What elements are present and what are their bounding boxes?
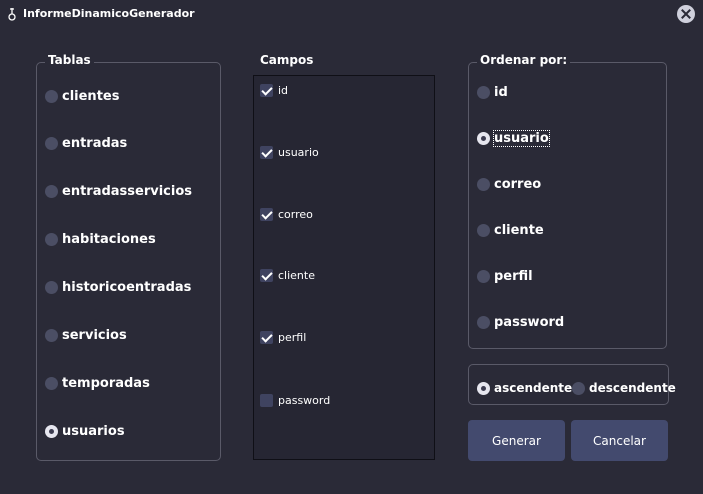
- check-label: correo: [278, 207, 313, 221]
- radio-label: temporadas: [62, 375, 150, 391]
- check-campo-password[interactable]: password: [260, 392, 330, 408]
- radio-indicator: [45, 136, 58, 150]
- radio-indicator: [45, 232, 58, 246]
- radio-indicator: [477, 85, 490, 99]
- radio-orden-usuario[interactable]: usuario: [477, 128, 550, 148]
- checkbox-indicator: [260, 330, 273, 344]
- checkbox-indicator: [260, 83, 273, 97]
- radio-indicator: [477, 131, 490, 145]
- radio-label: servicios: [62, 327, 127, 343]
- radio-tabla-temporadas[interactable]: temporadas: [45, 373, 150, 393]
- radio-tabla-servicios[interactable]: servicios: [45, 325, 127, 345]
- checkbox-indicator: [260, 207, 273, 221]
- radio-tabla-habitaciones[interactable]: habitaciones: [45, 229, 156, 249]
- radio-tabla-usuarios[interactable]: usuarios: [45, 421, 125, 441]
- radio-label: clientes: [62, 88, 120, 104]
- radio-tabla-clientes[interactable]: clientes: [45, 86, 119, 106]
- radio-label: usuario: [493, 129, 550, 147]
- window-title: InformeDinamicoGenerador: [23, 7, 195, 20]
- check-label: perfil: [278, 330, 307, 344]
- radio-indicator: [477, 223, 490, 237]
- informe-window: InformeDinamicoGenerador Tablas clientes…: [0, 0, 703, 494]
- radio-label: historicoentradas: [62, 279, 192, 295]
- ordenar-title: Ordenar por:: [477, 53, 571, 67]
- radio-indicator: [45, 376, 58, 390]
- ordenar-group: [468, 62, 667, 349]
- radio-indicator: [45, 184, 58, 198]
- radio-orden-id[interactable]: id: [477, 82, 508, 102]
- check-campo-usuario[interactable]: usuario: [260, 144, 319, 160]
- radio-orden-correo[interactable]: correo: [477, 174, 541, 194]
- check-campo-correo[interactable]: correo: [260, 206, 313, 222]
- radio-label: correo: [494, 176, 542, 192]
- check-label: usuario: [278, 145, 319, 159]
- radio-orden-password[interactable]: password: [477, 312, 564, 332]
- radio-indicator: [572, 381, 585, 395]
- radio-ascendente[interactable]: ascendente: [477, 378, 572, 398]
- radio-label: descendente: [589, 381, 676, 395]
- radio-label: usuarios: [62, 423, 125, 439]
- radio-label: entradasservicios: [62, 183, 193, 199]
- tablas-group: [36, 62, 221, 461]
- radio-indicator: [45, 328, 58, 342]
- radio-label: cliente: [494, 222, 544, 238]
- radio-tabla-entradasservicios[interactable]: entradasservicios: [45, 181, 192, 201]
- radio-indicator: [477, 177, 490, 191]
- radio-indicator: [45, 89, 58, 103]
- check-campo-cliente[interactable]: cliente: [260, 267, 315, 283]
- checkbox-indicator: [260, 145, 273, 159]
- check-campo-id[interactable]: id: [260, 82, 288, 98]
- radio-orden-cliente[interactable]: cliente: [477, 220, 544, 240]
- radio-tabla-historicoentradas[interactable]: historicoentradas: [45, 277, 191, 297]
- radio-indicator: [45, 424, 58, 438]
- radio-label: ascendente: [494, 381, 573, 395]
- campos-title: Campos: [260, 53, 314, 67]
- radio-label: password: [494, 314, 565, 330]
- radio-label: id: [494, 84, 508, 100]
- check-label: password: [278, 393, 331, 407]
- radio-label: habitaciones: [62, 231, 156, 247]
- check-label: cliente: [278, 268, 315, 282]
- radio-descendente[interactable]: descendente: [572, 378, 676, 398]
- campos-list[interactable]: id usuario correo cliente perfil passwor…: [253, 75, 435, 460]
- checkbox-indicator: [260, 393, 273, 407]
- app-icon: [8, 8, 16, 21]
- check-label: id: [278, 83, 289, 97]
- radio-indicator: [477, 315, 490, 329]
- cancelar-button[interactable]: Cancelar: [571, 420, 668, 461]
- radio-indicator: [477, 269, 490, 283]
- check-campo-perfil[interactable]: perfil: [260, 329, 306, 345]
- checkbox-indicator: [260, 268, 273, 282]
- radio-label: entradas: [62, 135, 128, 151]
- radio-label: perfil: [494, 268, 533, 284]
- radio-indicator: [477, 381, 490, 395]
- close-button[interactable]: [677, 5, 695, 23]
- generar-button[interactable]: Generar: [468, 420, 565, 461]
- radio-indicator: [45, 280, 58, 294]
- title-bar: InformeDinamicoGenerador: [0, 0, 703, 29]
- radio-tabla-entradas[interactable]: entradas: [45, 133, 127, 153]
- radio-orden-perfil[interactable]: perfil: [477, 266, 533, 286]
- tablas-title: Tablas: [45, 53, 94, 67]
